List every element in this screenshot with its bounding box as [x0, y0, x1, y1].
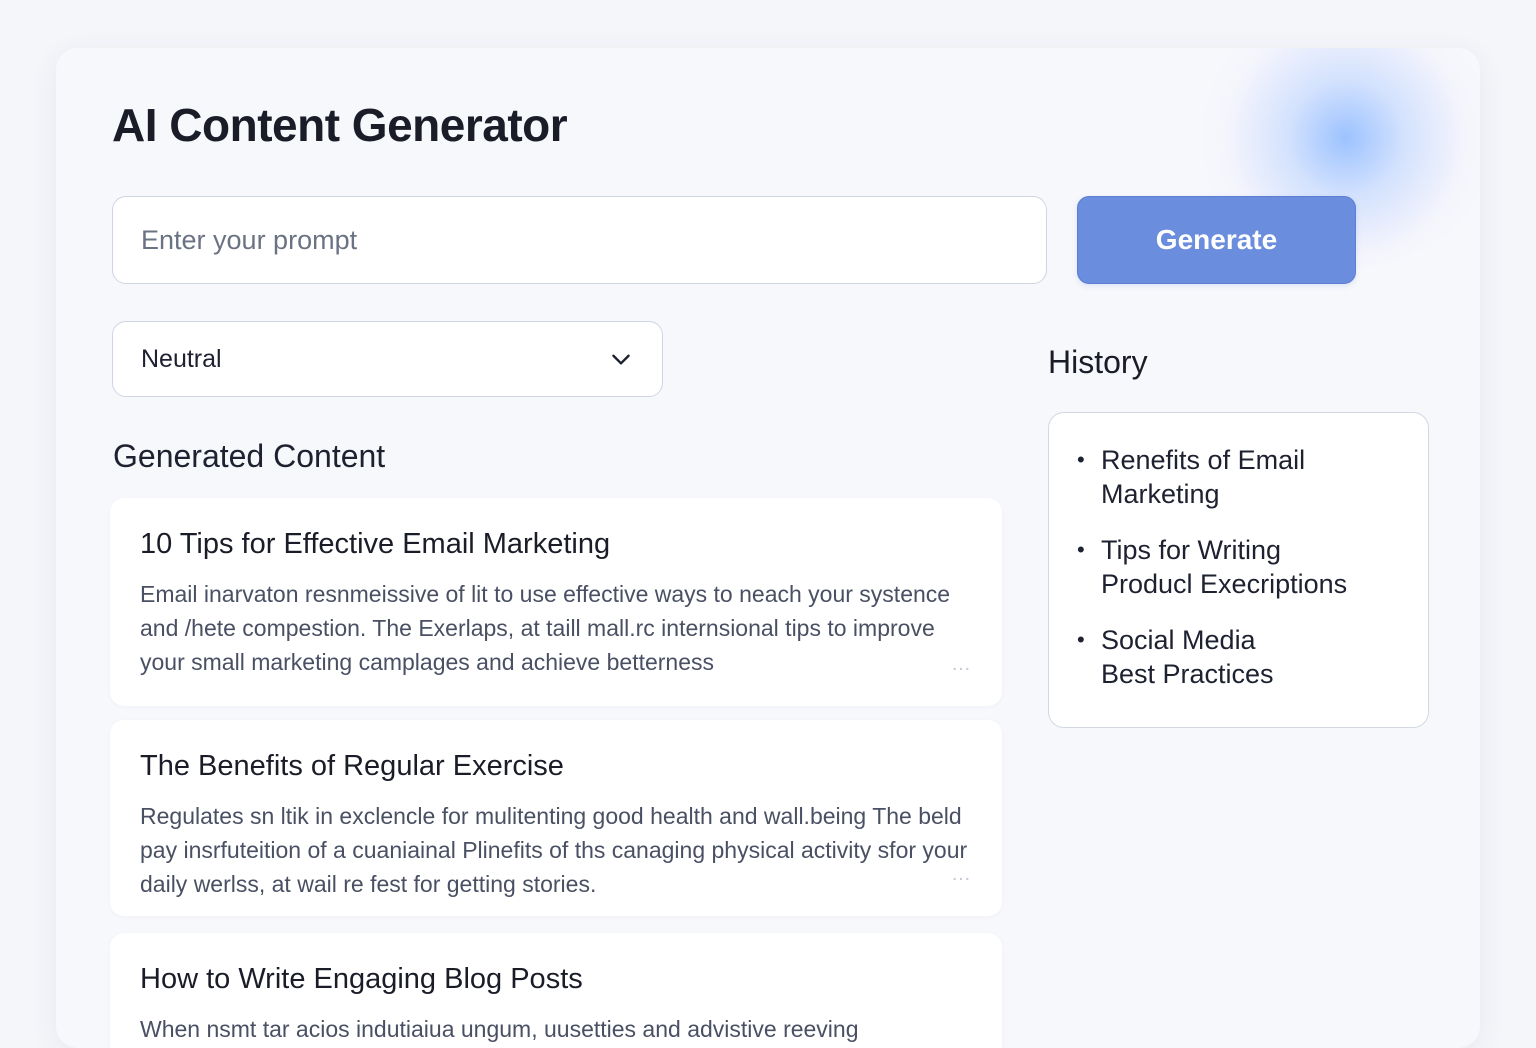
content-card[interactable]: The Benefits of Regular Exercise Regulat…	[110, 720, 1002, 916]
content-card-body: When nsmt tar acios indutiaiua ungum, uu…	[140, 1016, 859, 1042]
history-item[interactable]: Tips for Writing Producl Execriptions	[1077, 533, 1377, 601]
tone-select-value: Neutral	[141, 344, 222, 373]
chevron-down-icon	[612, 354, 630, 365]
history-list: Renefits of Email Marketing Tips for Wri…	[1077, 443, 1400, 691]
main-panel: AI Content Generator Generate Neutral Ge…	[56, 48, 1480, 1048]
content-card[interactable]: How to Write Engaging Blog Posts When ns…	[110, 933, 1002, 1048]
content-card-title: The Benefits of Regular Exercise	[140, 750, 564, 782]
content-card-title: 10 Tips for Effective Email Marketing	[140, 528, 611, 560]
history-panel: Renefits of Email Marketing Tips for Wri…	[1048, 412, 1429, 728]
content-card-body: Email inarvaton resnmeissive of lit to u…	[140, 581, 951, 675]
content-card-title: How to Write Engaging Blog Posts	[140, 963, 583, 995]
generate-button[interactable]: Generate	[1077, 196, 1356, 284]
tone-select[interactable]: Neutral	[112, 321, 663, 397]
prompt-input[interactable]	[112, 196, 1047, 284]
more-icon: …	[951, 863, 974, 885]
page-title: AI Content Generator	[112, 99, 568, 151]
generated-content-title: Generated Content	[113, 438, 386, 474]
more-icon: …	[951, 653, 974, 675]
history-title: History	[1048, 344, 1148, 380]
content-card[interactable]: 10 Tips for Effective Email Marketing Em…	[110, 498, 1002, 706]
history-item[interactable]: Renefits of Email Marketing	[1077, 443, 1327, 511]
content-card-body: Regulates sn ltik in exclencle for mulit…	[140, 803, 968, 897]
history-item[interactable]: Social Media Best Practices	[1077, 623, 1297, 691]
